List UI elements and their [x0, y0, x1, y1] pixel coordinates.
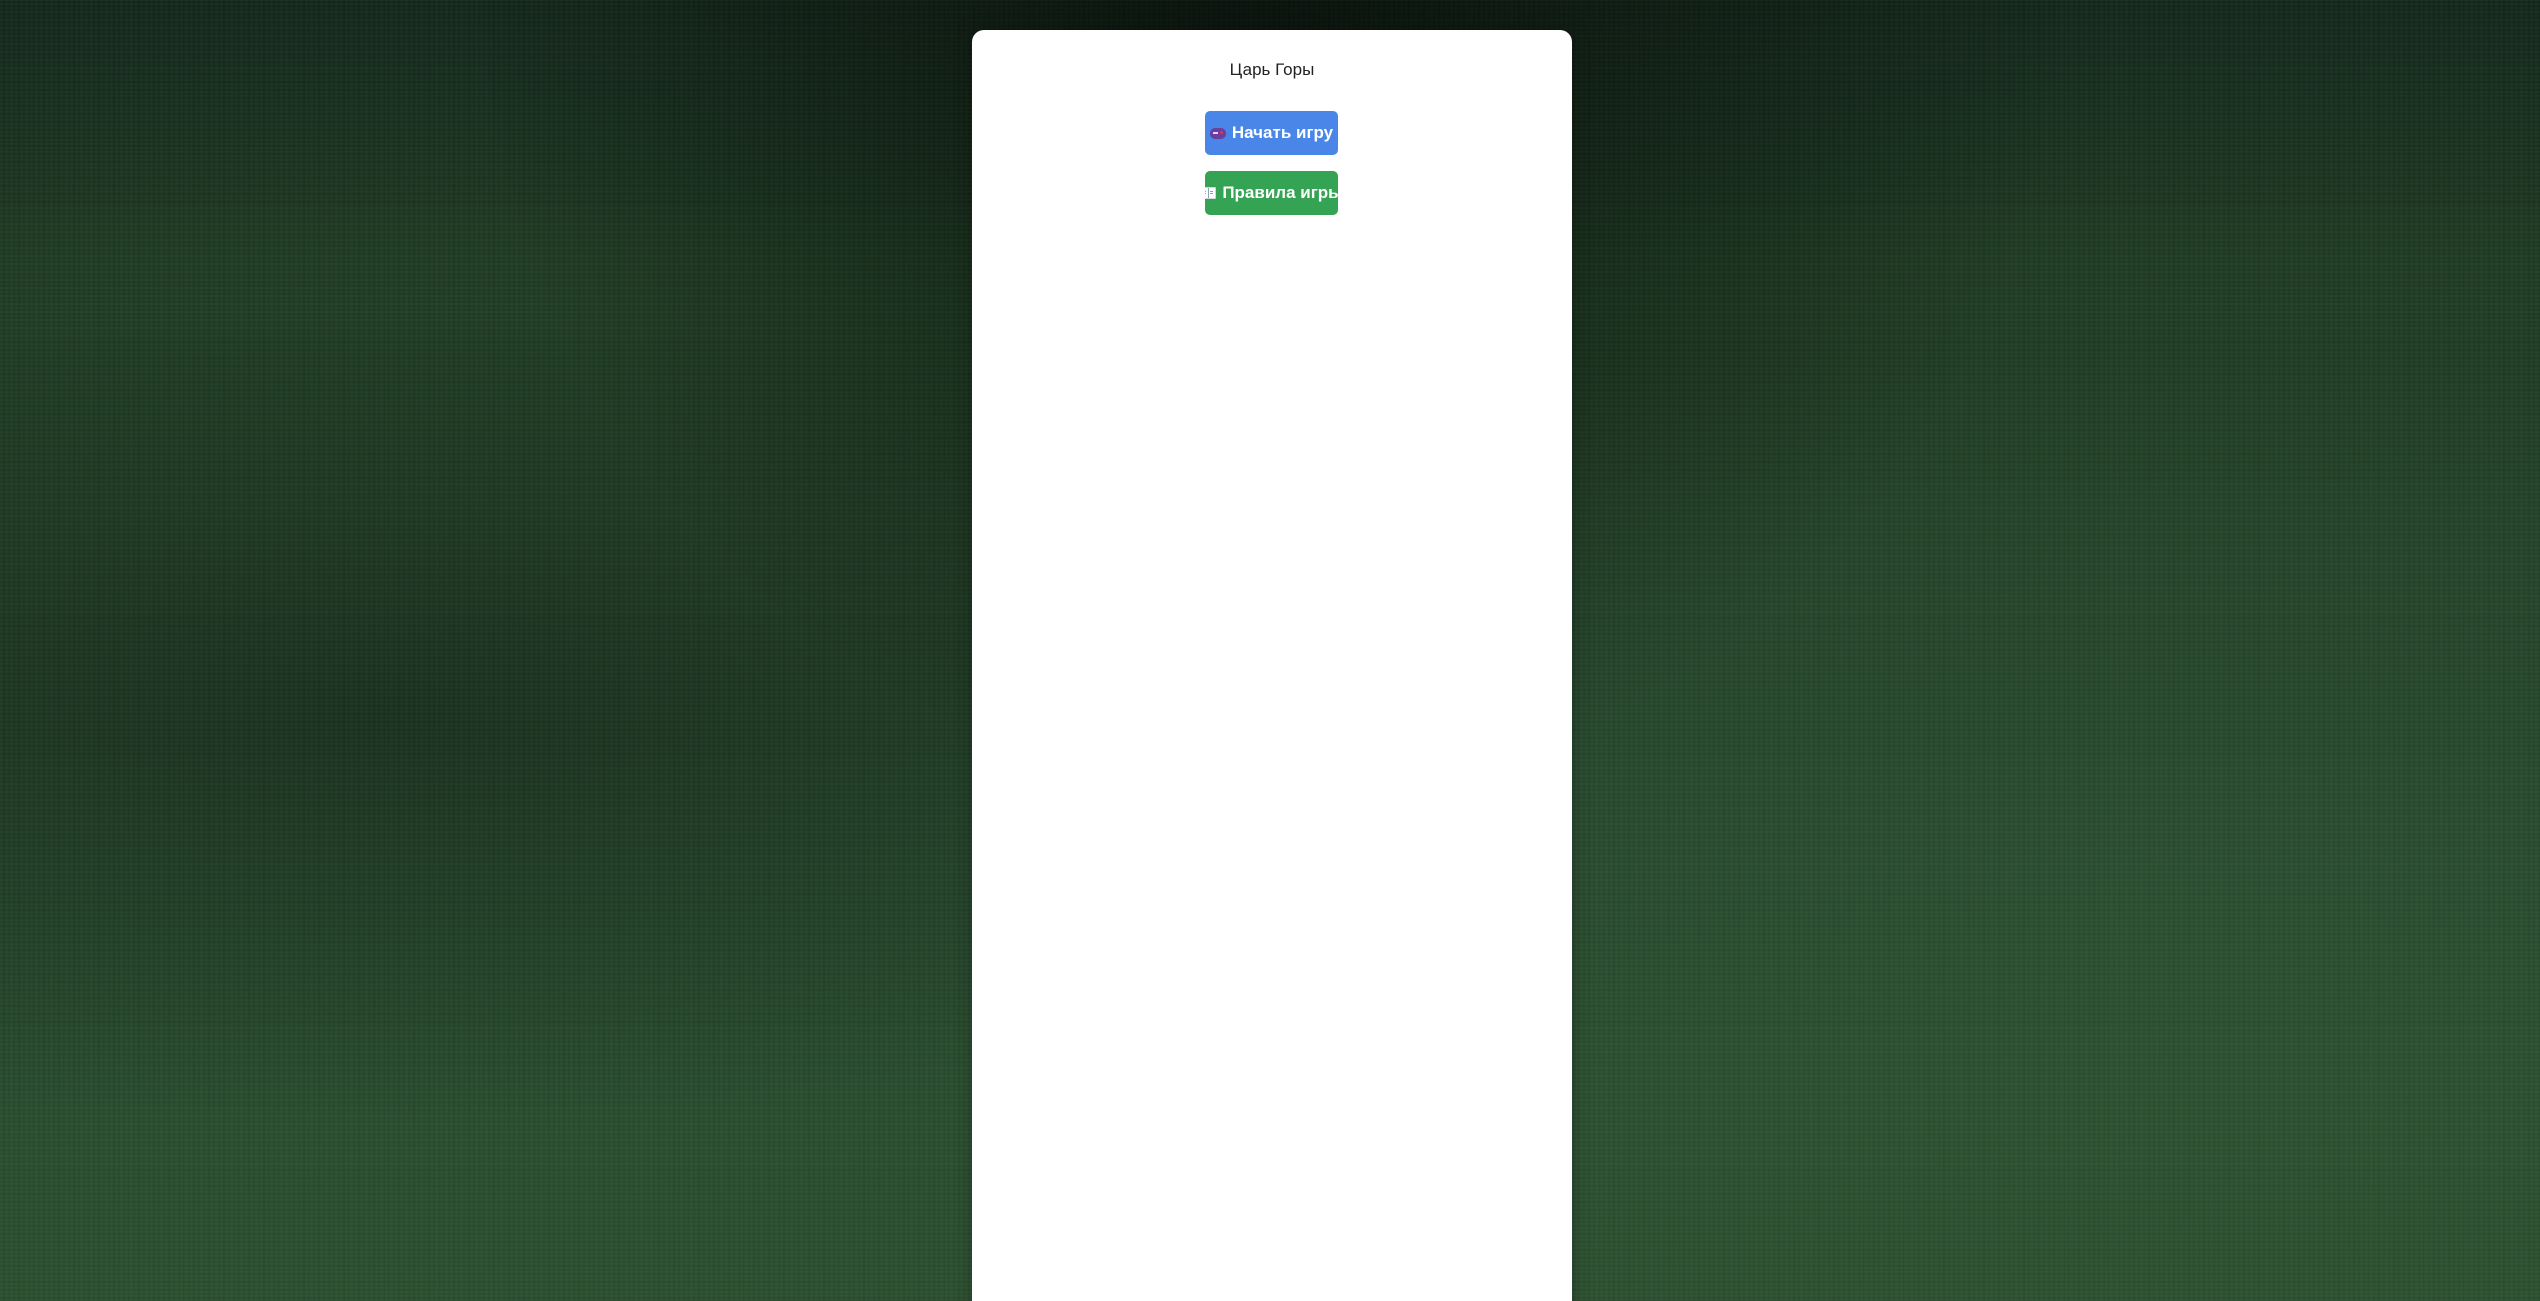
gamepad-icon — [1209, 127, 1226, 139]
game-rules-label: Правила игры — [1222, 183, 1338, 202]
book-icon — [1205, 187, 1217, 199]
game-rules-button[interactable]: Правила игры — [1205, 171, 1338, 215]
game-title: Царь Горы — [1229, 60, 1315, 79]
start-game-button[interactable]: Начать игру — [1205, 111, 1338, 155]
main-panel: Царь Горы Начать игру Правила игры — [972, 30, 1572, 1301]
start-game-label: Начать игру — [1231, 123, 1334, 142]
